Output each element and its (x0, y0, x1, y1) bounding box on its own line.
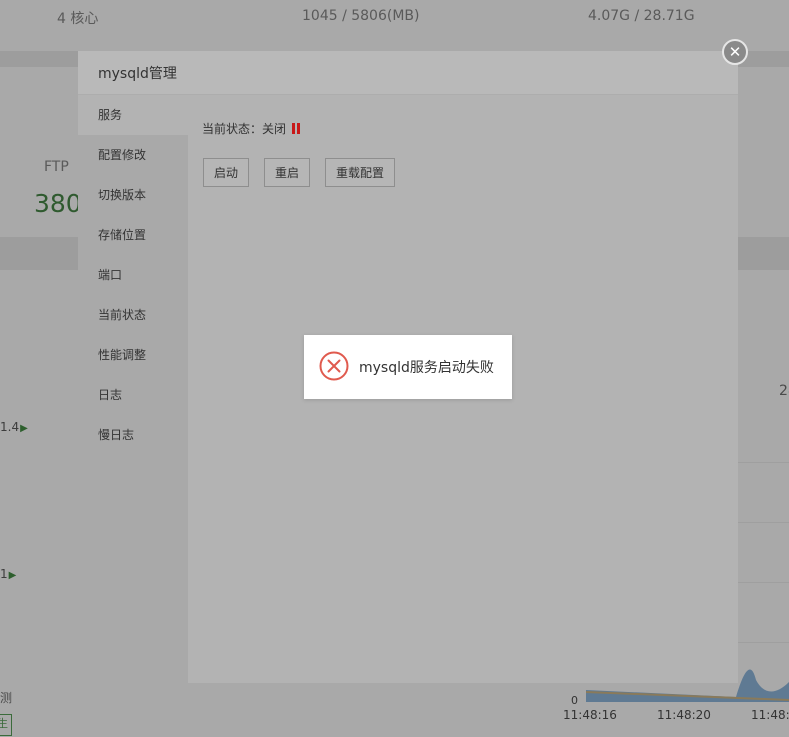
status-value: 关闭 (262, 122, 287, 136)
traffic-value-text: 1.4 (0, 420, 20, 434)
chart-axis-zero: 0 (571, 694, 578, 707)
memory-stat: 1045 / 5806(MB) (302, 8, 420, 24)
chart-tick: 11:48:2 (751, 708, 789, 722)
traffic-value: 1▶ (0, 567, 16, 581)
play-arrow-icon: ▶ (20, 423, 28, 434)
sidebar-item-storage[interactable]: 存储位置 (78, 215, 188, 255)
chart-tick: 11:48:16 (563, 708, 617, 722)
ftp-label: FTP (44, 159, 69, 175)
sidebar-item-performance[interactable]: 性能调整 (78, 335, 188, 375)
traffic-value-text: 1 (0, 567, 8, 581)
sidebar-item-service[interactable]: 服务 (78, 95, 188, 135)
start-button[interactable]: 启动 (203, 158, 249, 187)
close-icon[interactable]: ✕ (722, 39, 748, 65)
sidebar-item-port[interactable]: 端口 (78, 255, 188, 295)
chart-value: 28 (779, 383, 789, 399)
ftp-count: 380 (34, 189, 82, 218)
dialog-sidebar: 服务 配置修改 切换版本 存储位置 端口 当前状态 性能调整 日志 慢日志 (78, 95, 188, 683)
sidebar-item-slow-log[interactable]: 慢日志 (78, 415, 188, 455)
sidebar-item-switch-version[interactable]: 切换版本 (78, 175, 188, 215)
play-arrow-icon: ▶ (8, 570, 17, 581)
service-status: 当前状态：关闭 (202, 120, 301, 137)
probe-label: 测 (0, 691, 13, 705)
sidebar-item-status[interactable]: 当前状态 (78, 295, 188, 335)
sidebar-item-log[interactable]: 日志 (78, 375, 188, 415)
restart-button[interactable]: 重启 (264, 158, 310, 187)
error-circle-icon (319, 351, 349, 381)
pause-icon (292, 123, 301, 134)
reload-config-button[interactable]: 重载配置 (325, 158, 395, 187)
cpu-cores-stat: 4 核心 (57, 11, 99, 27)
status-label: 当前状态： (202, 122, 263, 136)
probe-tag: 生 (0, 714, 12, 736)
dialog-title: mysqld管理 (98, 66, 177, 82)
traffic-value: 1.4▶ (0, 420, 28, 434)
disk-stat: 4.07G / 28.71G (588, 8, 695, 24)
toast-message: mysqld服务启动失败 (359, 360, 494, 376)
error-toast: mysqld服务启动失败 (304, 335, 512, 399)
sidebar-item-config[interactable]: 配置修改 (78, 135, 188, 175)
dialog-header: mysqld管理 (78, 51, 738, 95)
chart-tick: 11:48:20 (657, 708, 711, 722)
